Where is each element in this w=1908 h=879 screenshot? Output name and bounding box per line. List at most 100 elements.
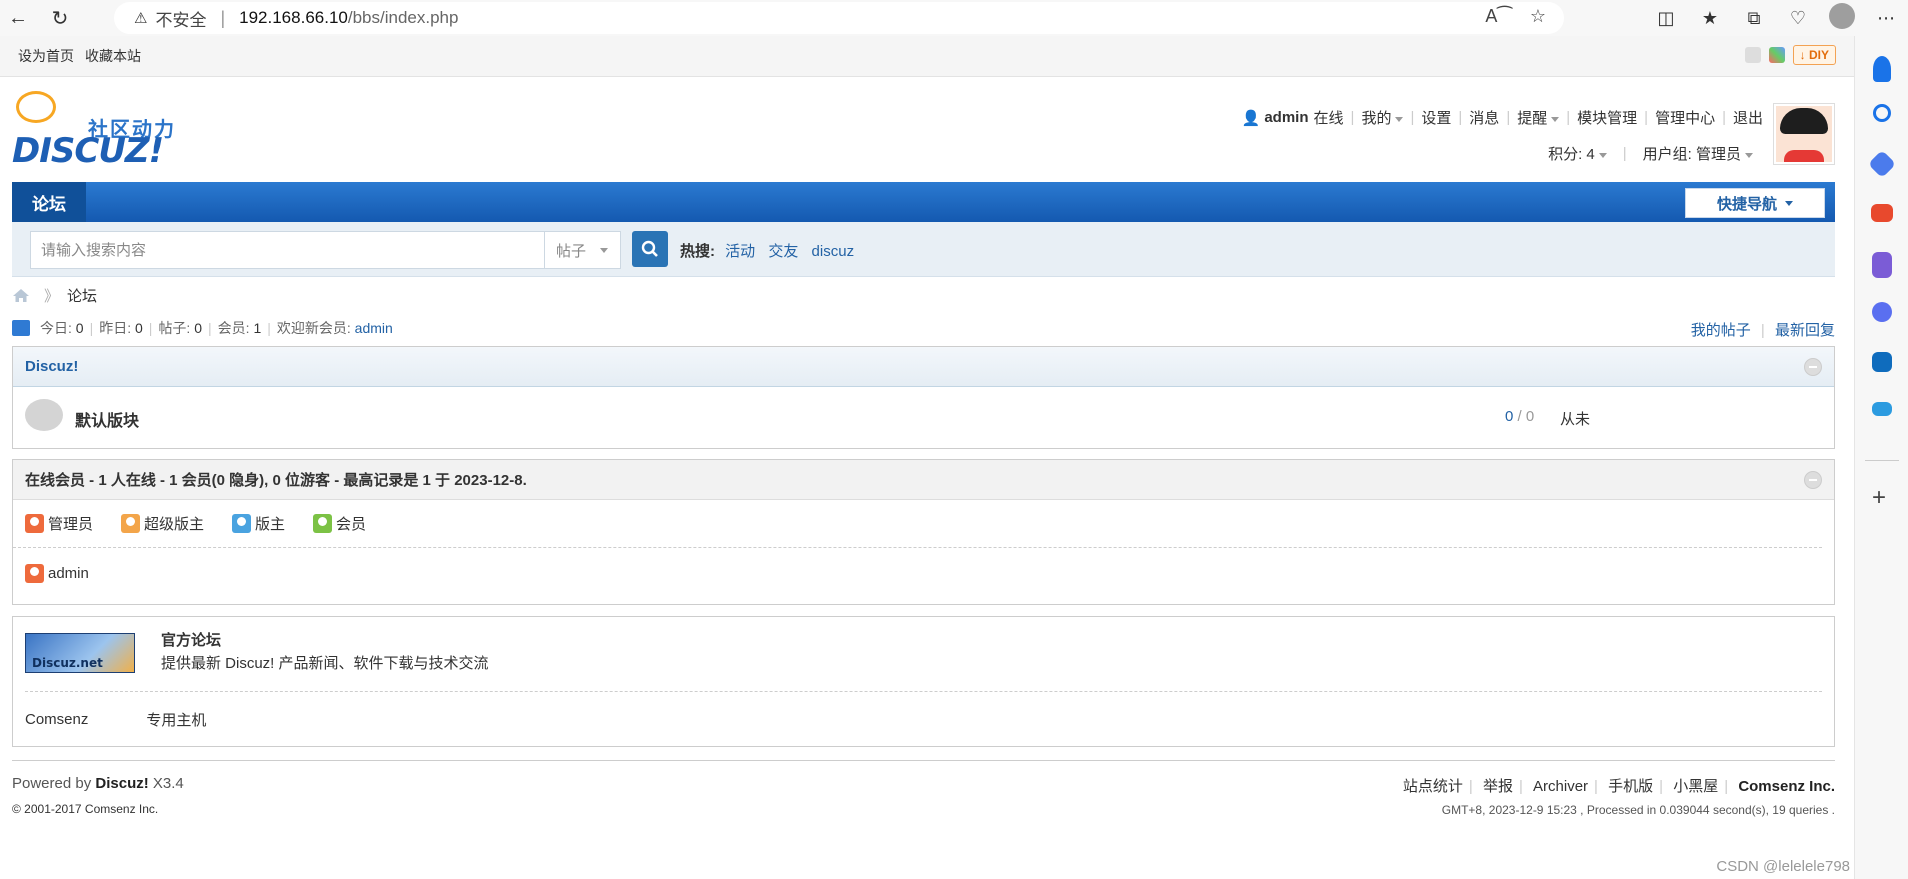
warning-icon: ⚠ [134,10,148,27]
footer-link[interactable]: 手机版 [1608,778,1653,795]
category-title[interactable]: Discuz! [25,358,78,375]
online-user[interactable]: admin [13,548,1834,598]
logo-en: DISCUZ! [12,131,164,171]
hot-term[interactable]: discuz [812,243,855,260]
legend-member: 会员 [313,513,366,534]
microsoft365-icon[interactable] [1872,302,1892,322]
official-forum-link[interactable]: 官方论坛 [161,629,221,650]
insecure-label: 不安全 [155,10,207,30]
more-menu-icon[interactable]: ⋯ [1864,8,1908,29]
user-icon: 👤 [1241,109,1261,127]
shopping-tag-icon[interactable] [1867,149,1897,179]
last-post: 从未 [1560,411,1591,428]
main-nav: 论坛 快捷导航 [12,182,1835,222]
collapse-icon[interactable] [1804,471,1822,489]
url-path: /bbs/index.php [347,8,459,27]
read-aloud-icon[interactable]: A⁀ [1485,6,1511,27]
forum-name-link[interactable]: 默认版块 [75,407,139,431]
add-icon[interactable]: + [1872,484,1886,512]
footer: Powered by Discuz! X3.4 © 2001-2017 Coms… [12,760,1835,830]
search-icon [641,240,658,257]
favorites-icon[interactable]: ★ [1688,8,1732,29]
company-link[interactable]: Comsenz Inc. [1738,778,1835,795]
footer-meta: GMT+8, 2023-12-9 15:23 , Processed in 0.… [1441,803,1835,817]
username-link[interactable]: admin [1264,109,1308,126]
quick-nav-button[interactable]: 快捷导航 [1685,188,1825,218]
credits-menu[interactable]: 积分: 4 [1548,143,1607,164]
text-link[interactable]: 专用主机 [146,709,206,730]
browser-toolbar: ← ↻ ⚠ 不安全 | 192.168.66.10/bbs/index.php … [0,0,1908,36]
my-posts-link[interactable]: 我的帖子 [1691,322,1751,339]
set-home-link[interactable]: 设为首页 [18,46,74,66]
logo-bubble-icon [16,91,56,123]
text-link[interactable]: Comsenz [25,711,88,728]
my-menu[interactable]: 我的 [1361,107,1404,128]
settings-link[interactable]: 设置 [1421,107,1451,128]
search-input[interactable] [30,231,545,269]
chart-icon [12,320,30,336]
search-type-select[interactable]: 帖子 [545,231,621,269]
newest-member-link[interactable]: admin [355,320,393,336]
bookmark-link[interactable]: 收藏本站 [85,46,141,66]
home-icon[interactable] [12,288,30,303]
legend-super-moderator: 超级版主 [121,513,204,534]
banner-text: Discuz.net [32,656,103,670]
online-user-link[interactable]: admin [48,565,89,582]
url-host: 192.168.66.10 [239,8,348,27]
module-admin-link[interactable]: 模块管理 [1577,107,1637,128]
address-bar[interactable]: ⚠ 不安全 | 192.168.66.10/bbs/index.php A⁀ ☆ [114,2,1564,34]
send-icon[interactable] [1872,402,1892,416]
nav-tab-forum[interactable]: 论坛 [12,182,86,222]
collapse-icon[interactable] [1804,358,1822,376]
avatar[interactable] [1773,103,1835,165]
forum-stats: 今日: 0 | 昨日: 0 | 帖子: 0 | 会员: 1 | 欢迎新会员: a… [12,313,1835,343]
games-icon[interactable] [1872,252,1892,278]
split-screen-icon[interactable]: ◫ [1644,8,1688,29]
style-palette-icon[interactable] [1768,47,1785,63]
logout-link[interactable]: 退出 [1733,107,1763,128]
chevron-down-icon [1395,116,1404,122]
footer-link[interactable]: 小黑屋 [1673,778,1718,795]
footer-link[interactable]: 举报 [1483,778,1513,795]
product-link[interactable]: Discuz! [95,775,148,792]
chevron-down-icon [600,247,609,253]
thread-count: 0 [1505,408,1514,425]
favorite-star-icon[interactable]: ☆ [1530,6,1546,27]
refresh-icon[interactable]: ↻ [42,0,78,36]
admin-center-link[interactable]: 管理中心 [1655,107,1715,128]
hot-search: 热搜: 活动 交友 discuz [680,240,863,261]
discuz-net-banner[interactable]: Discuz.net [25,633,135,673]
search-button[interactable] [632,231,668,267]
user-group-label: 用户组: 管理员 [1642,146,1741,163]
admin-role-icon [25,514,44,533]
health-icon[interactable]: ♡ [1776,8,1820,29]
user-meta: 积分: 4 | 用户组: 管理员 [1548,143,1753,164]
breadcrumb: 》 论坛 [12,277,1835,313]
forum-row: 默认版块 0 / 0 从未 [13,387,1834,447]
footer-link[interactable]: 站点统计 [1403,778,1463,795]
collections-icon[interactable]: ⧉ [1732,8,1776,29]
user-group-menu[interactable]: 用户组: 管理员 [1643,143,1753,164]
bell-icon[interactable] [1873,56,1891,82]
back-icon[interactable]: ← [0,0,36,36]
tools-icon[interactable] [1871,204,1893,222]
forum-bubble-icon [25,399,63,431]
footer-link[interactable]: Archiver [1533,778,1588,795]
search-bar: 帖子 热搜: 活动 交友 discuz [12,222,1835,277]
reminders-menu[interactable]: 提醒 [1517,107,1560,128]
latest-replies-link[interactable]: 最新回复 [1775,322,1835,339]
diy-button[interactable]: ↓ DIY [1792,45,1836,65]
messages-link[interactable]: 消息 [1469,107,1499,128]
forum-counts: 0 / 0 [1505,408,1535,425]
quick-nav-label: 快捷导航 [1716,195,1777,213]
hot-term[interactable]: 交友 [768,243,798,260]
browser-sidebar: + [1854,36,1908,879]
search-icon[interactable] [1873,104,1891,122]
discuz-logo[interactable]: 社区动力 DISCUZ! [12,91,182,171]
profile-icon[interactable] [1820,2,1864,34]
hot-term[interactable]: 活动 [725,243,755,260]
outlook-icon[interactable] [1872,352,1892,372]
copyright-org-link[interactable]: Comsenz Inc. [85,802,158,816]
legend-moderator: 版主 [232,513,285,534]
collapse-icon[interactable] [1744,47,1761,63]
